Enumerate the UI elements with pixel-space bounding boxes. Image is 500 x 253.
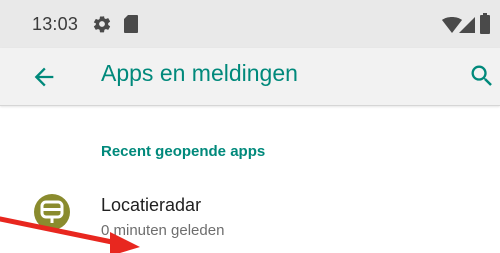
locatieradar-app-icon xyxy=(34,194,70,230)
arrow-back-icon[interactable] xyxy=(30,63,58,91)
page-title: Apps en meldingen xyxy=(101,60,298,86)
battery-icon xyxy=(480,13,490,34)
app-bar: Apps en meldingen xyxy=(0,48,500,106)
recent-app-row[interactable]: Locatieradar 0 minuten geleden xyxy=(0,180,500,253)
sd-card-icon xyxy=(124,15,138,33)
android-settings-screen: 13:03 Apps en meldingen Recent geopende … xyxy=(0,0,500,253)
status-time: 13:03 xyxy=(32,14,79,34)
search-icon[interactable] xyxy=(468,62,496,90)
status-bar: 13:03 xyxy=(0,0,500,48)
app-name: Locatieradar xyxy=(101,195,202,215)
gear-icon xyxy=(93,16,111,33)
section-header-recent-apps: Recent geopende apps xyxy=(101,143,266,160)
app-last-opened: 0 minuten geleden xyxy=(101,222,225,239)
signal-icon xyxy=(459,17,475,33)
